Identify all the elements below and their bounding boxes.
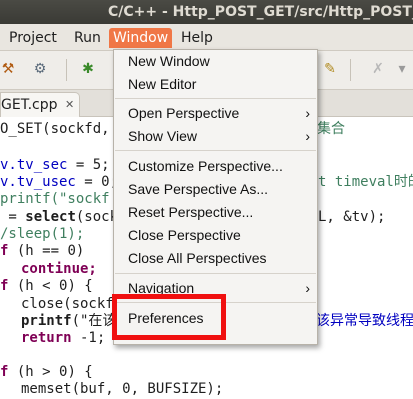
chevron-right-icon: › bbox=[305, 105, 310, 121]
window-title: C/C++ - Http_POST_GET/src/Http_POST_GET bbox=[108, 4, 413, 20]
menu-item-show-view[interactable]: Show View › bbox=[114, 125, 317, 147]
menu-separator bbox=[115, 150, 316, 151]
menu-item-label: Customize Perspective... bbox=[128, 158, 283, 174]
window-titlebar: C/C++ - Http_POST_GET/src/Http_POST_GET bbox=[0, 0, 413, 24]
menu-item-label: Save Perspective As... bbox=[128, 181, 269, 197]
toolbar-separator bbox=[350, 59, 351, 81]
code-text: L, &tv); bbox=[318, 209, 386, 225]
menu-item-label: New Window bbox=[128, 53, 210, 69]
code-line: printf("sockf bbox=[0, 190, 110, 209]
code-text: (h < 0) { bbox=[8, 278, 93, 294]
code-text: O_SET(sockfd, bbox=[0, 121, 110, 137]
code-line: f (h == 0) bbox=[0, 242, 84, 261]
editor-tab-label: GET.cpp bbox=[1, 97, 58, 113]
code-text: (h == 0) bbox=[8, 243, 85, 259]
code-line: L, &tv); bbox=[318, 208, 385, 227]
code-line: 该异常导致线程终 bbox=[316, 312, 413, 331]
editor-tab[interactable]: GET.cpp ✕ bbox=[0, 92, 80, 117]
menu-item-label: Open Perspective bbox=[128, 105, 240, 121]
code-text: -1; bbox=[71, 330, 106, 346]
bug-icon[interactable]: ✱ bbox=[80, 61, 96, 77]
back-icon[interactable]: ✗ bbox=[370, 61, 386, 77]
menu-bar: Project Run Window Help bbox=[0, 24, 413, 51]
code-text: close(sockf bbox=[21, 296, 114, 312]
hammer-icon[interactable]: ⚒ bbox=[0, 61, 16, 77]
pen-icon[interactable]: ✎ bbox=[322, 61, 338, 77]
code-text: (h > 0) { bbox=[8, 364, 93, 380]
menu-run[interactable]: Run bbox=[74, 28, 101, 48]
menu-item-label: Reset Perspective... bbox=[128, 204, 254, 220]
code-text: = 0; bbox=[75, 174, 119, 190]
annotation-highlight-box bbox=[112, 294, 226, 340]
code-line: return -1; bbox=[21, 329, 105, 348]
menu-item-new-editor[interactable]: New Editor bbox=[114, 73, 317, 95]
menu-item-close-all-perspectives[interactable]: Close All Perspectives bbox=[114, 247, 317, 269]
code-text: (sock bbox=[75, 209, 119, 225]
code-line: 集合 bbox=[317, 120, 345, 139]
close-icon[interactable]: ✕ bbox=[65, 94, 74, 116]
menu-item-open-perspective[interactable]: Open Perspective › bbox=[114, 102, 317, 124]
code-text: = 5; bbox=[67, 157, 110, 173]
code-line: O_SET(sockfd, bbox=[0, 120, 110, 139]
gear-icon[interactable]: ⚙ bbox=[32, 61, 48, 77]
code-text: memset(buf, 0, BUFSIZE); bbox=[21, 381, 224, 397]
menu-item-label: Close Perspective bbox=[128, 227, 241, 243]
code-variable: v.tv_usec bbox=[0, 174, 76, 190]
code-comment: t timeval时的 bbox=[318, 174, 413, 190]
code-line: memset(buf, 0, BUFSIZE); bbox=[21, 380, 223, 399]
code-line: f (h < 0) { bbox=[0, 277, 93, 296]
menu-item-close-perspective[interactable]: Close Perspective bbox=[114, 224, 317, 246]
menu-item-reset-perspective[interactable]: Reset Perspective... bbox=[114, 201, 317, 223]
menu-item-label: Close All Perspectives bbox=[128, 250, 267, 266]
code-function: select bbox=[25, 209, 76, 225]
menu-item-label: New Editor bbox=[128, 76, 197, 92]
code-text: = bbox=[0, 209, 26, 225]
code-text: ("在该 bbox=[71, 313, 117, 329]
code-comment: 集合 bbox=[317, 121, 345, 137]
menu-item-save-perspective-as[interactable]: Save Perspective As... bbox=[114, 178, 317, 200]
menu-item-new-window[interactable]: New Window bbox=[114, 50, 317, 72]
menu-project[interactable]: Project bbox=[9, 28, 57, 48]
code-comment: /sleep(1); bbox=[0, 226, 85, 242]
menu-help[interactable]: Help bbox=[181, 28, 213, 48]
chevron-right-icon: › bbox=[305, 128, 310, 144]
menu-window[interactable]: Window bbox=[109, 28, 173, 48]
code-keyword: continue; bbox=[21, 261, 97, 277]
toolbar-separator bbox=[66, 59, 67, 81]
menu-separator bbox=[115, 273, 316, 274]
chevron-right-icon: › bbox=[305, 280, 310, 296]
code-variable: v.tv_sec bbox=[0, 157, 68, 173]
code-string: 该异常导致线程终 bbox=[316, 313, 413, 329]
menu-item-customize-perspective[interactable]: Customize Perspective... bbox=[114, 155, 317, 177]
code-function: printf bbox=[21, 313, 72, 329]
menu-item-label: Show View bbox=[128, 128, 198, 144]
code-line: t timeval时的 bbox=[318, 173, 413, 192]
code-keyword: return bbox=[21, 330, 72, 346]
menu-separator bbox=[115, 98, 316, 99]
forward-icon[interactable]: ▾ bbox=[394, 61, 410, 77]
code-comment: printf("sockf bbox=[0, 191, 110, 207]
